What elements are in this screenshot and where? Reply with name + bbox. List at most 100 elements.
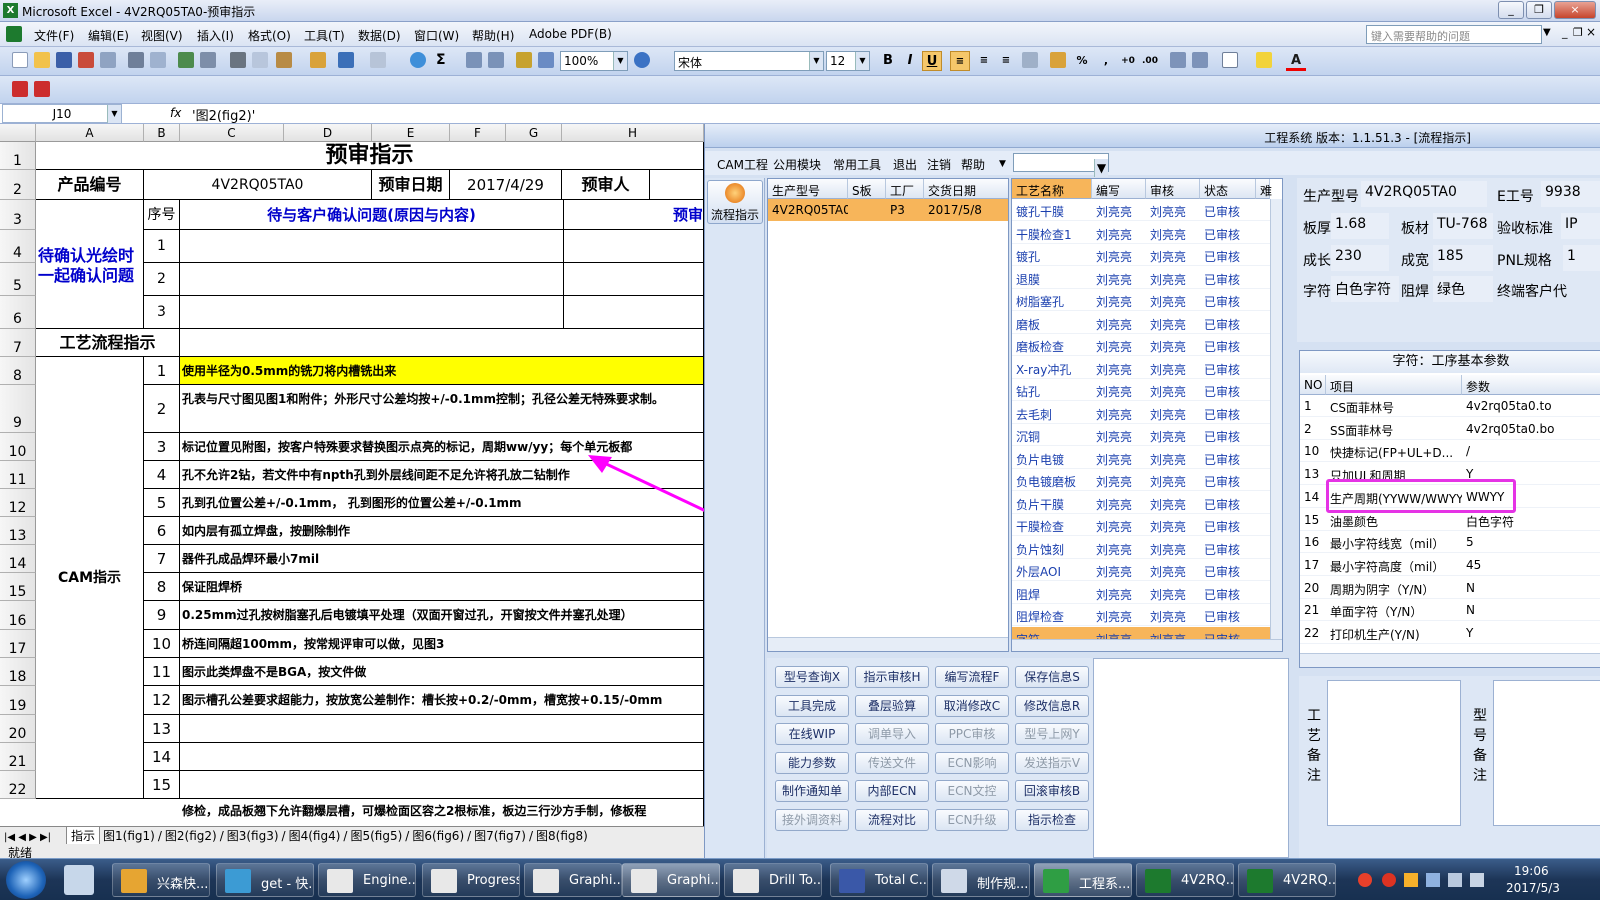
column-header[interactable]: H: [562, 124, 704, 142]
process-row[interactable]: 负片干膜 刘亮亮 刘亮亮 已审核: [1012, 492, 1270, 514]
tab-sheet[interactable]: 指示: [66, 827, 101, 844]
tab-sheet[interactable]: 图8(fig8): [533, 827, 591, 844]
column-header[interactable]: G: [506, 124, 562, 142]
process-row[interactable]: 阻焊 刘亮亮 刘亮亮 已审核: [1012, 582, 1270, 604]
info-value[interactable]: 1: [1563, 245, 1600, 271]
research-icon[interactable]: [200, 52, 216, 68]
product-value[interactable]: 4V2RQ05TA0: [144, 170, 372, 200]
taskbar-item[interactable]: 工程系...: [1034, 863, 1132, 897]
proc-col-header[interactable]: 工艺名称: [1012, 179, 1092, 199]
formula-content[interactable]: '图2(fig2)': [192, 105, 255, 124]
info-value[interactable]: 185: [1433, 245, 1493, 271]
decrease-indent-icon[interactable]: [1170, 52, 1186, 68]
menu-file[interactable]: 文件(F): [34, 27, 74, 44]
font-name-select[interactable]: 宋体 ▼: [674, 51, 824, 71]
eng-action-button[interactable]: 型号上网Y: [1015, 723, 1089, 745]
cam-item-num[interactable]: 3: [144, 433, 180, 461]
cut-icon[interactable]: [230, 52, 246, 68]
process-row[interactable]: 镀孔 刘亮亮 刘亮亮 已审核: [1012, 244, 1270, 266]
info-value[interactable]: 9938: [1541, 181, 1600, 207]
column-header[interactable]: E: [372, 124, 450, 142]
eng-action-button[interactable]: 工具完成: [775, 694, 849, 717]
tab-sheet[interactable]: 图1(fig1): [100, 827, 158, 844]
name-box[interactable]: J10 ▼: [2, 104, 122, 123]
align-right-icon[interactable]: ≡: [996, 51, 1016, 71]
eng-menu-exit[interactable]: 退出: [893, 156, 917, 173]
confirm-num[interactable]: 3: [144, 296, 180, 329]
cam-item-text[interactable]: [180, 715, 704, 743]
param-row[interactable]: 21 单面字符（Y/N） N: [1300, 599, 1600, 622]
row-header[interactable]: 15: [0, 573, 36, 601]
row-header[interactable]: 3: [0, 200, 36, 230]
row-header[interactable]: 7: [0, 329, 36, 357]
cam-item-text[interactable]: 使用半径为0.5mm的铣刀将内槽铣出来: [180, 357, 704, 385]
drawing-icon[interactable]: [538, 52, 554, 68]
eng-action-button[interactable]: 指示审核H: [855, 666, 929, 688]
close-button[interactable]: ×: [1554, 1, 1596, 19]
eng-action-button[interactable]: 修改信息R: [1015, 694, 1089, 717]
menu-window[interactable]: 窗口(W): [414, 27, 459, 44]
tab-sheet[interactable]: 图6(fig6): [409, 827, 467, 844]
percent-icon[interactable]: %: [1072, 51, 1092, 71]
model-remark-textarea[interactable]: [1493, 680, 1600, 826]
eng-action-button[interactable]: PPC审核: [935, 723, 1009, 745]
hyperlink-icon[interactable]: [410, 52, 426, 68]
info-value[interactable]: 230: [1331, 245, 1389, 271]
cam-item-num[interactable]: 10: [144, 630, 180, 658]
process-row[interactable]: 干膜检查1 刘亮亮 刘亮亮 已审核: [1012, 222, 1270, 244]
proc-col-header[interactable]: 难: [1256, 179, 1272, 199]
cam-item-num[interactable]: 15: [144, 771, 180, 799]
eng-action-button[interactable]: 接外调资料: [775, 808, 849, 831]
confirm-header[interactable]: 待与客户确认问题(原因与内容): [180, 200, 564, 230]
row-header[interactable]: 21: [0, 743, 36, 771]
tray-app-icon[interactable]: [1358, 873, 1372, 887]
proc-col-header[interactable]: 审核: [1146, 179, 1200, 199]
order-hscrollbar[interactable]: [768, 637, 1008, 651]
nav-process-instruction[interactable]: 流程指示: [707, 180, 763, 224]
row-header[interactable]: 12: [0, 489, 36, 517]
eng-action-button[interactable]: 取消修改C: [935, 694, 1009, 717]
eng-action-button[interactable]: 传送文件: [855, 751, 929, 774]
decrease-decimal-icon[interactable]: .00: [1140, 51, 1160, 71]
tray-input-icon[interactable]: [1404, 873, 1418, 887]
clock-date[interactable]: 2017/5/3: [1506, 881, 1560, 895]
taskbar-item[interactable]: get - 快...: [216, 863, 314, 897]
eng-menu-common-module[interactable]: 公用模块: [773, 156, 821, 173]
font-size-select[interactable]: 12 ▼: [826, 51, 870, 71]
row-header[interactable]: 10: [0, 433, 36, 461]
doc-minimize-icon[interactable]: _: [1562, 26, 1568, 39]
row-header[interactable]: 6: [0, 296, 36, 329]
cam-item-text[interactable]: [180, 771, 704, 799]
align-left-icon[interactable]: ≡: [950, 51, 970, 71]
spelling-icon[interactable]: [178, 52, 194, 68]
row-header[interactable]: 5: [0, 263, 36, 296]
format-painter-icon[interactable]: [310, 52, 326, 68]
row-header[interactable]: 22: [0, 771, 36, 799]
cam-item-num[interactable]: 1: [144, 357, 180, 385]
undo-icon[interactable]: [338, 52, 354, 68]
row-header[interactable]: 16: [0, 601, 36, 630]
row-header[interactable]: 11: [0, 461, 36, 489]
confirm-cell[interactable]: [180, 230, 564, 263]
confirm-cell[interactable]: [564, 263, 704, 296]
confirm-num[interactable]: 1: [144, 230, 180, 263]
process-row[interactable]: X-ray冲孔 刘亮亮 刘亮亮 已审核: [1012, 357, 1270, 379]
taskbar-item[interactable]: 4V2RQ...: [1238, 863, 1336, 897]
taskbar-item[interactable]: Drill To...: [724, 863, 822, 897]
column-header[interactable]: D: [284, 124, 372, 142]
eng-action-button[interactable]: 调单导入: [855, 723, 929, 745]
cam-item-num[interactable]: 2: [144, 385, 180, 433]
menu-adobe-pdf[interactable]: Adobe PDF(B): [529, 27, 612, 41]
cam-label[interactable]: CAM指示: [36, 357, 144, 799]
info-value[interactable]: 绿色: [1433, 276, 1493, 302]
start-button[interactable]: [6, 861, 46, 899]
pdf-email-icon[interactable]: [34, 81, 50, 97]
menu-format[interactable]: 格式(O): [248, 27, 291, 44]
confirm-cell[interactable]: [180, 263, 564, 296]
taskbar-item[interactable]: Graphi...: [622, 863, 720, 897]
help-search-input[interactable]: 键入需要帮助的问题: [1366, 25, 1542, 44]
confirm-num[interactable]: 2: [144, 263, 180, 296]
menu-edit[interactable]: 编辑(E): [88, 27, 129, 44]
menu-tools[interactable]: 工具(T): [304, 27, 345, 44]
process-row[interactable]: 树脂塞孔 刘亮亮 刘亮亮 已审核: [1012, 289, 1270, 311]
